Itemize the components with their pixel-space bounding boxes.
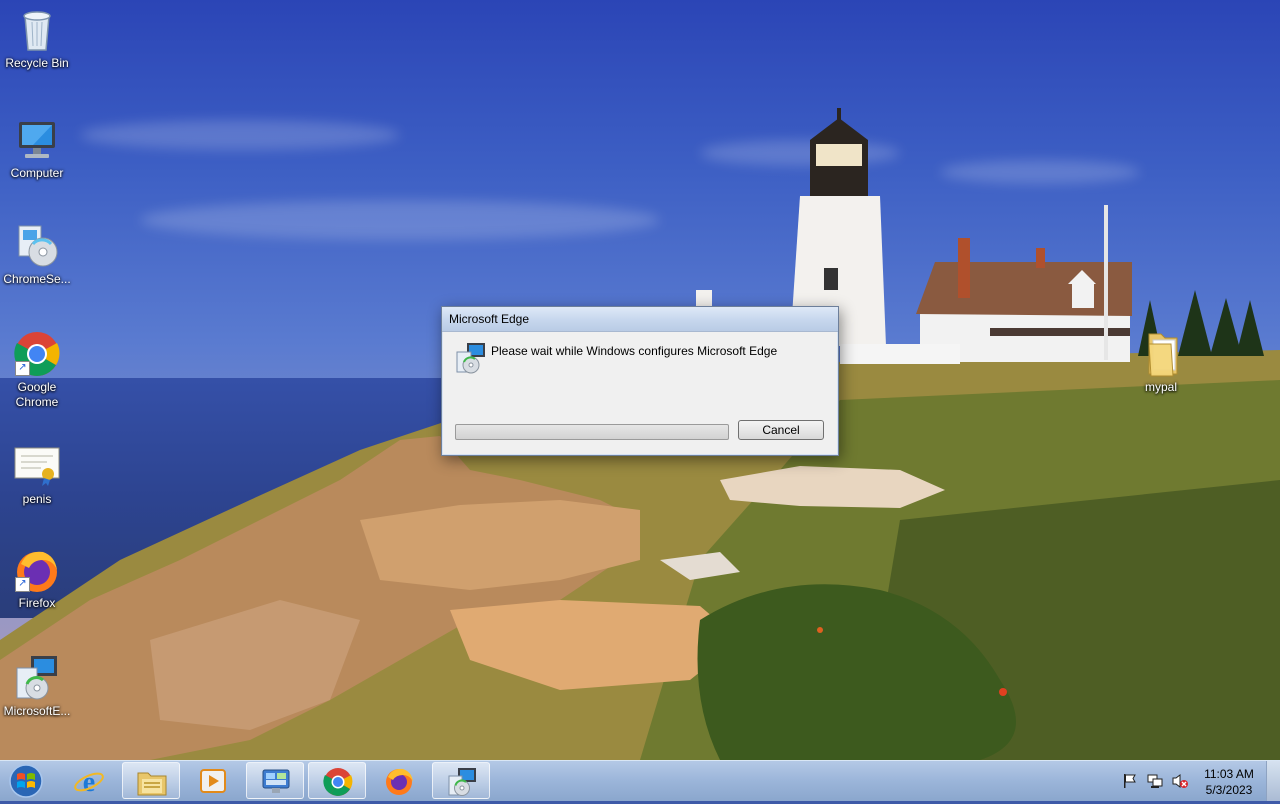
computer-icon: [13, 116, 61, 164]
certificate-icon: [13, 442, 61, 490]
media-player-icon: [200, 769, 226, 793]
taskbar: e 11:03 AM 5/3/2023: [0, 760, 1280, 801]
dialog-title[interactable]: Microsoft Edge: [442, 307, 838, 332]
volume-muted-icon[interactable]: [1172, 773, 1188, 789]
taskbar-file-explorer[interactable]: [122, 762, 180, 799]
desktop-icon-label: Recycle Bin: [5, 56, 69, 70]
chrome-icon: ↗: [13, 330, 61, 378]
taskbar-installer[interactable]: [432, 762, 490, 799]
desktop-icon-penis[interactable]: penis: [0, 442, 74, 507]
desktop-icon-mypal[interactable]: mypal: [1124, 330, 1198, 395]
desktop-icon-chrome-setup[interactable]: ChromeSe...: [0, 222, 74, 287]
show-desktop-button[interactable]: [1266, 761, 1280, 801]
desktop-icon-recycle-bin[interactable]: Recycle Bin: [0, 6, 74, 71]
desktop-icon-label: Computer: [10, 166, 64, 180]
clock-time: 11:03 AM: [1204, 767, 1254, 781]
desktop-icon-google-chrome[interactable]: ↗ Google Chrome: [0, 330, 74, 410]
flag-icon[interactable]: [1122, 773, 1138, 789]
internet-explorer-icon: e: [74, 767, 104, 796]
recycle-bin-icon: [13, 6, 61, 54]
svg-text:e: e: [83, 767, 95, 796]
shortcut-arrow-icon: ↗: [15, 577, 30, 592]
taskbar-chrome[interactable]: [308, 762, 366, 799]
taskbar-control-panel[interactable]: [246, 762, 304, 799]
progress-bar: [455, 424, 729, 440]
clock-date: 5/3/2023: [1205, 783, 1253, 797]
installer-icon: [448, 768, 476, 796]
taskbar-media-player[interactable]: [184, 762, 242, 799]
configure-dialog: Microsoft Edge Please wait while Windows…: [441, 306, 839, 456]
desktop-icon-firefox[interactable]: ↗ Firefox: [0, 546, 74, 611]
taskbar-clock[interactable]: 11:03 AM 5/3/2023: [1196, 766, 1262, 798]
desktop-icon-microsoft-edge[interactable]: MicrosoftE...: [0, 654, 74, 719]
firefox-icon: ↗: [13, 546, 61, 594]
start-button[interactable]: [4, 763, 48, 799]
windows-logo-icon: [9, 764, 43, 798]
desktop-icon-label: Google Chrome: [15, 380, 59, 409]
firefox-icon: [386, 768, 413, 795]
file-explorer-icon: [137, 772, 167, 796]
desktop-icon-label: MicrosoftE...: [3, 704, 71, 718]
folder-icon: [1137, 330, 1185, 378]
desktop-icon-computer[interactable]: Computer: [0, 116, 74, 181]
installer-icon: [455, 342, 487, 374]
desktop-icon-label: ChromeSe...: [3, 272, 71, 286]
control-panel-icon: [262, 769, 290, 793]
taskbar-firefox[interactable]: [370, 762, 428, 799]
desktop-icon-label: penis: [22, 492, 52, 506]
dialog-body: Please wait while Windows configures Mic…: [442, 332, 838, 455]
installer-icon: [13, 222, 61, 270]
taskbar-internet-explorer[interactable]: e: [60, 762, 118, 799]
chrome-icon: [323, 768, 353, 796]
desktop-icon-label: mypal: [1144, 380, 1177, 394]
cancel-button[interactable]: Cancel: [738, 420, 824, 440]
shortcut-arrow-icon: ↗: [15, 361, 30, 376]
installer-icon: [13, 654, 61, 702]
desktop-icon-label: Firefox: [18, 596, 56, 610]
network-icon[interactable]: [1147, 773, 1163, 789]
dialog-message: Please wait while Windows configures Mic…: [491, 344, 778, 358]
